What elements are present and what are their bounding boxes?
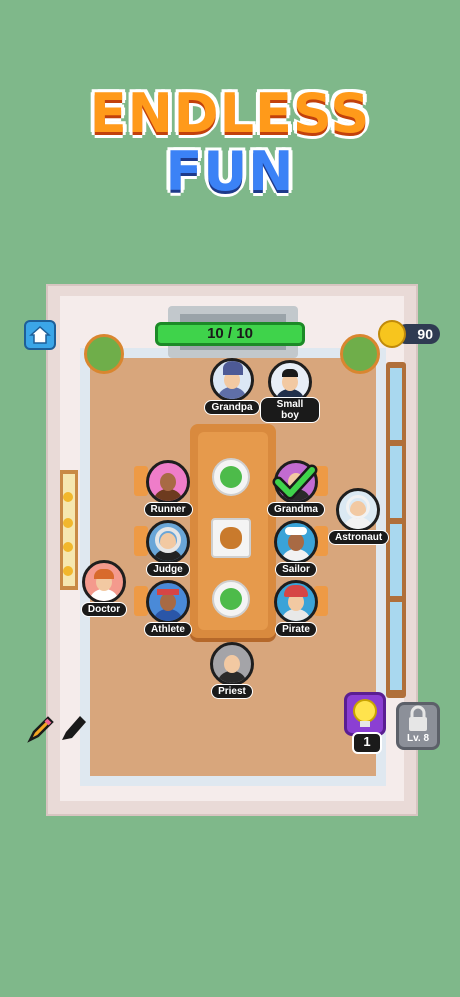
progress-text: 10 / 10 (207, 325, 253, 342)
person-pirate[interactable]: Pirate (266, 580, 326, 642)
person-label: Sailor (275, 562, 317, 577)
person-judge[interactable]: Judge (138, 520, 198, 582)
person-sailor[interactable]: Sailor (266, 520, 326, 582)
progress-bar: 10 / 10 (155, 322, 305, 346)
person-priest[interactable]: Priest (202, 642, 262, 704)
hint-button[interactable] (344, 692, 386, 736)
home-icon (29, 325, 51, 344)
person-label: Athlete (144, 622, 192, 637)
coin-counter: 90 (378, 320, 440, 348)
person-label: Judge (146, 562, 190, 577)
person-label: Doctor (80, 602, 128, 617)
home-button[interactable] (24, 320, 56, 350)
person-label: Grandpa (204, 400, 260, 415)
person-label: Grandma (267, 502, 325, 517)
person-label: Pirate (275, 622, 317, 637)
person-runner[interactable]: Runner (138, 460, 198, 522)
hint-count: 1 (363, 734, 371, 749)
lock-icon (409, 705, 427, 731)
person-athlete[interactable]: Athlete (138, 580, 198, 642)
plant-right (340, 334, 380, 374)
person-doctor[interactable]: Doctor (74, 560, 134, 622)
marker-icon (62, 716, 86, 740)
coin-icon (378, 320, 406, 348)
window-right (386, 362, 406, 698)
checkmark-icon (272, 464, 318, 500)
pencil-icon (27, 716, 54, 743)
person-astronaut[interactable]: Astronaut (328, 488, 390, 550)
pencil-button[interactable] (26, 712, 56, 744)
person-label: Priest (211, 684, 253, 699)
plant-left (84, 334, 124, 374)
person-label: Astronaut (328, 530, 390, 545)
person-grandpa[interactable]: Grandpa (202, 358, 262, 420)
salad-dish (212, 458, 250, 496)
person-label: Small boy (260, 397, 320, 423)
coin-value: 90 (417, 326, 433, 342)
salad-dish (212, 580, 250, 618)
locked-level-button[interactable]: Lv. 8 (396, 702, 440, 750)
lightbulb-icon (353, 699, 377, 727)
marker-button[interactable] (58, 710, 88, 744)
title-line-2: FUN (165, 140, 295, 203)
title-line-1: ENDLESS (89, 82, 371, 145)
lock-level-label: Lv. 8 (406, 733, 430, 744)
person-small-boy[interactable]: Small boy (260, 360, 320, 423)
turkey-dish (211, 518, 251, 558)
person-label: Runner (143, 502, 193, 517)
